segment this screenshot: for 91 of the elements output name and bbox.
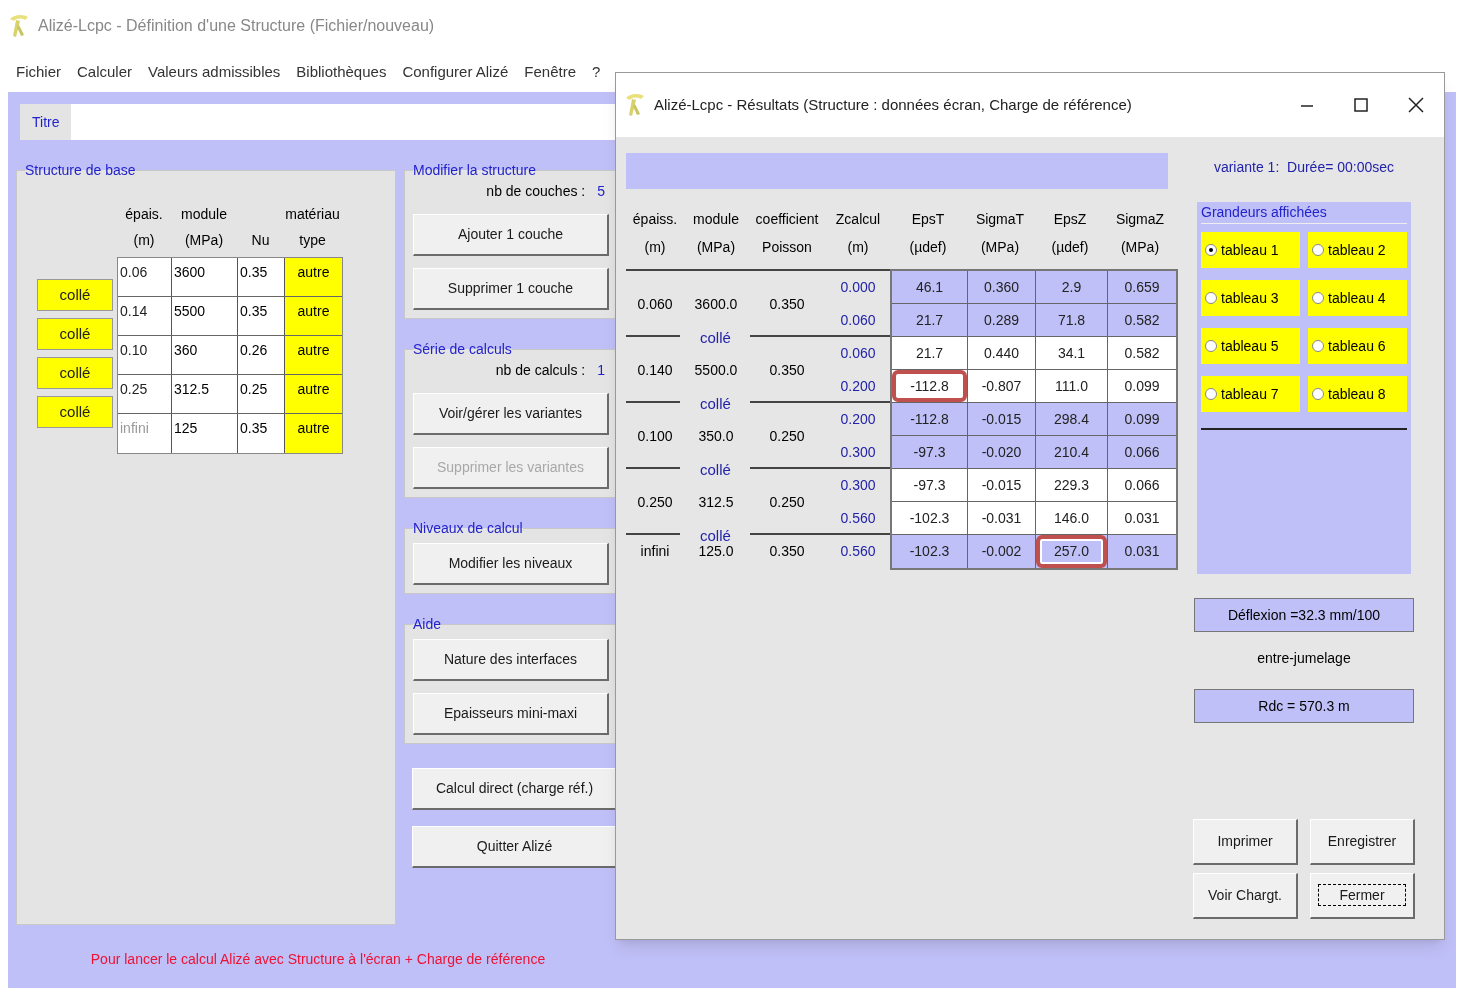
counter-value: 1: [597, 361, 605, 380]
depth-value: 0.060: [840, 344, 876, 363]
table-cell-text: -0.031: [980, 508, 1023, 528]
column-header: SigmaZ (MPa): [1114, 210, 1166, 257]
column-header: Nu: [250, 231, 271, 250]
column-header: épaiss. (m): [631, 210, 679, 257]
interface-label: collé: [700, 327, 731, 348]
table-cell-text: 3600.0: [694, 294, 738, 314]
table-cell-text: 0.100: [637, 426, 673, 446]
table-cell-text: 0.289: [982, 310, 1020, 330]
table-cell-text: 0.066: [1123, 475, 1161, 495]
window-title: Alizé-Lcpc - Résultats (Structure : données écran, Charge de référence): [654, 94, 1133, 115]
table-cell-text: 111.0: [1054, 376, 1089, 396]
table-cell-text: 0.440: [982, 343, 1020, 363]
column-header: EpsT (µdef): [908, 210, 948, 257]
group-title: Structure de base: [25, 161, 136, 180]
column-header: SigmaT (MPa): [974, 210, 1026, 257]
window-title: Alizé-Lcpc - Définition d'une Structure (Fichier/nouveau): [38, 16, 435, 36]
table-cell-text: 0.350: [769, 360, 805, 380]
table-cell-text: 0.140: [637, 360, 673, 380]
table-cell-text: -0.002: [980, 542, 1023, 561]
table-cell-text: 71.8: [1056, 310, 1087, 330]
table-cell-text: 0.031: [1123, 542, 1161, 561]
table-cell-text: 0.250: [769, 426, 805, 446]
table-cell-text: 21.7: [914, 343, 945, 363]
depth-value: 0.300: [840, 443, 876, 462]
depth-value: 0.000: [840, 278, 876, 297]
table-cell-text: -0.015: [980, 409, 1023, 429]
counter-label: nb de couches :: [486, 182, 586, 201]
counter-label: nb de calculs :: [495, 361, 586, 380]
table-cell-text: 5500.0: [694, 360, 738, 380]
table-cell-text: -112.8: [909, 409, 950, 429]
group-title: Modifier la structure: [413, 161, 536, 180]
depth-value: 0.060: [840, 311, 876, 330]
table-cell-text: 312.5: [698, 492, 734, 512]
deflection-note: entre-jumelage: [1257, 649, 1351, 668]
table-cell-text: 34.1: [1056, 343, 1087, 363]
hint-text: Pour lancer le calcul Alizé avec Structure à l'écran + Charge de référence: [90, 950, 546, 969]
field-label: Titre: [20, 104, 72, 140]
table-cell-text: 0.060: [637, 294, 673, 314]
depth-value: 0.200: [840, 377, 876, 396]
table-cell-text: 2.9: [1060, 277, 1083, 297]
table-cell-text: infini: [640, 542, 670, 561]
table-cell-text: 0.582: [1123, 343, 1161, 363]
table-cell-text: 146.0: [1052, 508, 1090, 528]
depth-value: 0.300: [840, 476, 876, 495]
table-cell-text: 0.350: [769, 294, 805, 314]
counter-value: 5: [597, 182, 605, 201]
variant-info: variante 1: Durée= 00:00sec: [1213, 158, 1395, 177]
table-cell-text: 0.031: [1123, 508, 1161, 528]
interface-label: collé: [700, 459, 731, 480]
table-cell-text: -102.3: [908, 508, 951, 528]
table-cell-text: -97.3: [912, 475, 947, 495]
table-cell-text: 0.582: [1123, 310, 1161, 330]
table-cell-text: -0.015: [980, 475, 1023, 495]
highlighted-cell: 257.0: [1036, 535, 1107, 568]
depth-value: 0.560: [840, 509, 876, 528]
group-title: Série de calculs: [413, 340, 512, 359]
table-cell-text: -0.020: [980, 442, 1023, 462]
table-cell-text: 21.7: [914, 310, 945, 330]
table-cell-text: 350.0: [698, 426, 734, 446]
radius-value: Rdc = 570.3 m: [1194, 689, 1414, 723]
deflection-value: Déflexion =32.3 mm/100: [1194, 598, 1414, 632]
interface-label: collé: [700, 393, 731, 414]
table-cell-text: 0.659: [1123, 277, 1161, 297]
table-cell-text: -97.3: [912, 442, 947, 462]
column-header: épais. (m): [124, 205, 164, 250]
table-cell-text: 298.4: [1052, 409, 1090, 429]
column-header: EpsZ (µdef): [1050, 210, 1090, 257]
table-cell-text: 0.350: [769, 542, 805, 561]
table-cell-text: -0.807: [980, 376, 1023, 396]
column-header: Zcalcul (m): [834, 210, 882, 257]
table-cell-text: 0.250: [637, 492, 673, 512]
table-cell-text: 0.099: [1123, 409, 1161, 429]
column-header: coefficient Poisson: [754, 210, 820, 257]
table-cell-text: 229.3: [1052, 475, 1090, 495]
table-cell-text: 0.099: [1123, 376, 1161, 396]
column-header: module (MPa): [692, 210, 740, 257]
table-cell-text: 46.1: [914, 277, 945, 297]
table-cell-text: 0.360: [982, 277, 1020, 297]
table-cell-text: 210.4: [1052, 442, 1090, 462]
group-title: Grandeurs affichées: [1201, 202, 1407, 224]
table-cell-text: -102.3: [908, 542, 951, 561]
group-title: Niveaux de calcul: [413, 519, 523, 538]
depth-value: 0.560: [840, 542, 876, 561]
group-title: Aide: [413, 615, 442, 634]
depth-value: 0.200: [840, 410, 876, 429]
column-header: module (MPa): [180, 205, 228, 250]
highlighted-cell: -112.8: [892, 370, 967, 402]
table-cell-text: 0.250: [769, 492, 805, 512]
table-cell-text: 0.066: [1123, 442, 1161, 462]
